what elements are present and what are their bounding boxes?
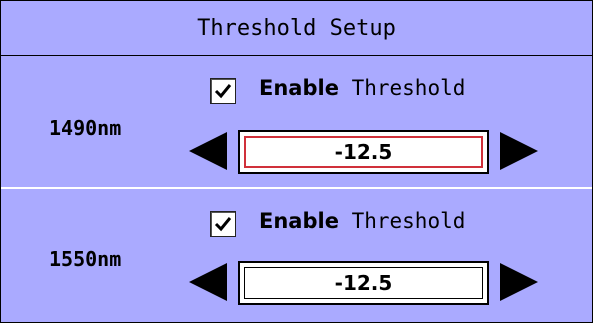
dialog-header: Threshold Setup bbox=[1, 1, 592, 56]
check-icon bbox=[214, 217, 232, 232]
threshold-setup-panel: Threshold Setup 1490nm Enable Threshold … bbox=[0, 0, 593, 323]
wavelength-label: 1550nm bbox=[49, 247, 122, 271]
left-arrow-icon[interactable] bbox=[189, 263, 227, 301]
enable-threshold-checkbox[interactable] bbox=[210, 78, 236, 104]
enable-word: Enable bbox=[259, 76, 339, 100]
threshold-word: Threshold bbox=[338, 76, 466, 100]
right-arrow-icon[interactable] bbox=[500, 132, 538, 170]
wavelength-section-1550: 1550nm Enable Threshold -12.5 bbox=[1, 189, 592, 321]
threshold-value[interactable]: -12.5 bbox=[244, 136, 483, 168]
wavelength-section-1490: 1490nm Enable Threshold -12.5 bbox=[1, 56, 592, 188]
enable-threshold-checkbox[interactable] bbox=[210, 211, 236, 237]
threshold-value[interactable]: -12.5 bbox=[244, 267, 483, 299]
right-arrow-icon[interactable] bbox=[500, 263, 538, 301]
dialog-title: Threshold Setup bbox=[197, 15, 396, 41]
wavelength-label: 1490nm bbox=[49, 116, 122, 140]
threshold-word: Threshold bbox=[338, 209, 466, 233]
enable-threshold-label[interactable]: Enable Threshold bbox=[259, 209, 465, 233]
enable-threshold-label[interactable]: Enable Threshold bbox=[259, 76, 465, 100]
left-arrow-icon[interactable] bbox=[189, 132, 227, 170]
enable-word: Enable bbox=[259, 209, 339, 233]
threshold-value-field[interactable]: -12.5 bbox=[238, 261, 489, 305]
threshold-value-field[interactable]: -12.5 bbox=[238, 130, 489, 174]
check-icon bbox=[214, 84, 232, 99]
